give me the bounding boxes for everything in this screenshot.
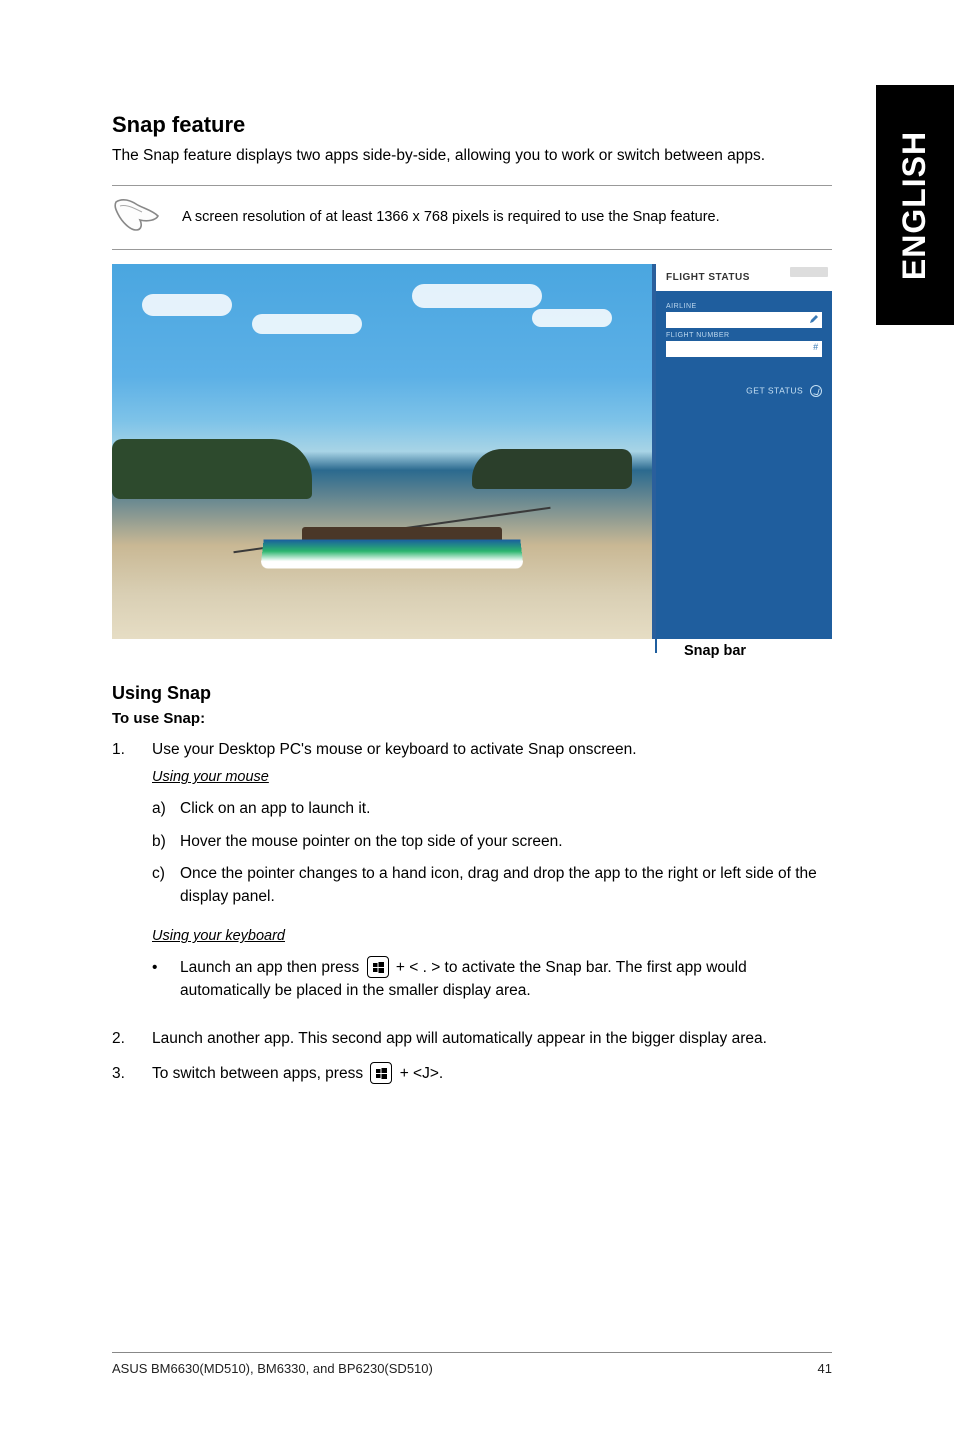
snap-bar-callout: Snap bar [112, 639, 832, 669]
hash-icon: # [813, 342, 818, 352]
page-footer: ASUS BM6630(MD510), BM6330, and BP6230(S… [112, 1352, 832, 1376]
windows-key-icon [367, 956, 389, 978]
note-block: A screen resolution of at least 1366 x 7… [112, 185, 832, 250]
mouse-step-b: b)Hover the mouse pointer on the top sid… [152, 831, 832, 853]
step-2-text: Launch another app. This second app will… [152, 1028, 832, 1050]
keyboard-bullet: • Launch an app then press + < . > to ac… [152, 957, 832, 1002]
intro-paragraph: The Snap feature displays two apps side-… [112, 146, 832, 167]
snap-screenshot: FLIGHT STATUS AIRLINE FLIGHT NUMBER # GE… [112, 264, 832, 639]
get-status-label: GET STATUS [746, 385, 803, 395]
airline-label: AIRLINE [666, 303, 822, 310]
edit-icon [809, 314, 819, 324]
step-3-post: + <J>. [395, 1065, 443, 1082]
subheading-using-snap: Using Snap [112, 683, 832, 704]
page-content: Snap feature The Snap feature displays t… [112, 112, 832, 1097]
desktop-photo-app [112, 264, 652, 639]
arrow-circle-icon [810, 385, 822, 397]
step-3-pre: To switch between apps, press [152, 1065, 367, 1082]
get-status-button[interactable]: GET STATUS [666, 385, 822, 397]
mouse-substeps: a)Click on an app to launch it. b)Hover … [152, 798, 832, 908]
airline-field[interactable] [666, 312, 822, 328]
using-keyboard-heading: Using your keyboard [152, 926, 832, 947]
flight-status-app: FLIGHT STATUS AIRLINE FLIGHT NUMBER # GE… [656, 264, 832, 639]
flight-number-label: FLIGHT NUMBER [666, 332, 822, 339]
page-number: 41 [818, 1361, 832, 1376]
step-1-text: Use your Desktop PC's mouse or keyboard … [152, 739, 832, 761]
divider [112, 249, 832, 250]
snap-bar-label: Snap bar [684, 643, 746, 659]
flight-status-title: FLIGHT STATUS [656, 264, 832, 291]
mouse-step-a: a)Click on an app to launch it. [152, 798, 832, 820]
using-mouse-heading: Using your mouse [152, 767, 832, 788]
main-steps-list: 1. Use your Desktop PC's mouse or keyboa… [112, 739, 832, 1085]
note-text: A screen resolution of at least 1366 x 7… [182, 208, 720, 228]
keyboard-bullet-pre: Launch an app then press [180, 959, 364, 976]
to-use-snap-label: To use Snap: [112, 710, 832, 727]
mouse-step-c: c)Once the pointer changes to a hand ico… [152, 863, 832, 908]
language-tab: ENGLISH [876, 85, 954, 325]
step-1: 1. Use your Desktop PC's mouse or keyboa… [112, 739, 832, 1016]
windows-key-icon [370, 1062, 392, 1084]
footer-model-info: ASUS BM6630(MD510), BM6330, and BP6230(S… [112, 1361, 433, 1376]
note-hand-icon [112, 196, 164, 239]
language-tab-label: ENGLISH [897, 130, 934, 279]
section-heading-snap-feature: Snap feature [112, 112, 832, 138]
step-2: 2. Launch another app. This second app w… [112, 1028, 832, 1050]
flight-number-field[interactable]: # [666, 341, 822, 357]
step-3: 3. To switch between apps, press + <J>. [112, 1063, 832, 1086]
keyboard-substeps: • Launch an app then press + < . > to ac… [152, 957, 832, 1002]
